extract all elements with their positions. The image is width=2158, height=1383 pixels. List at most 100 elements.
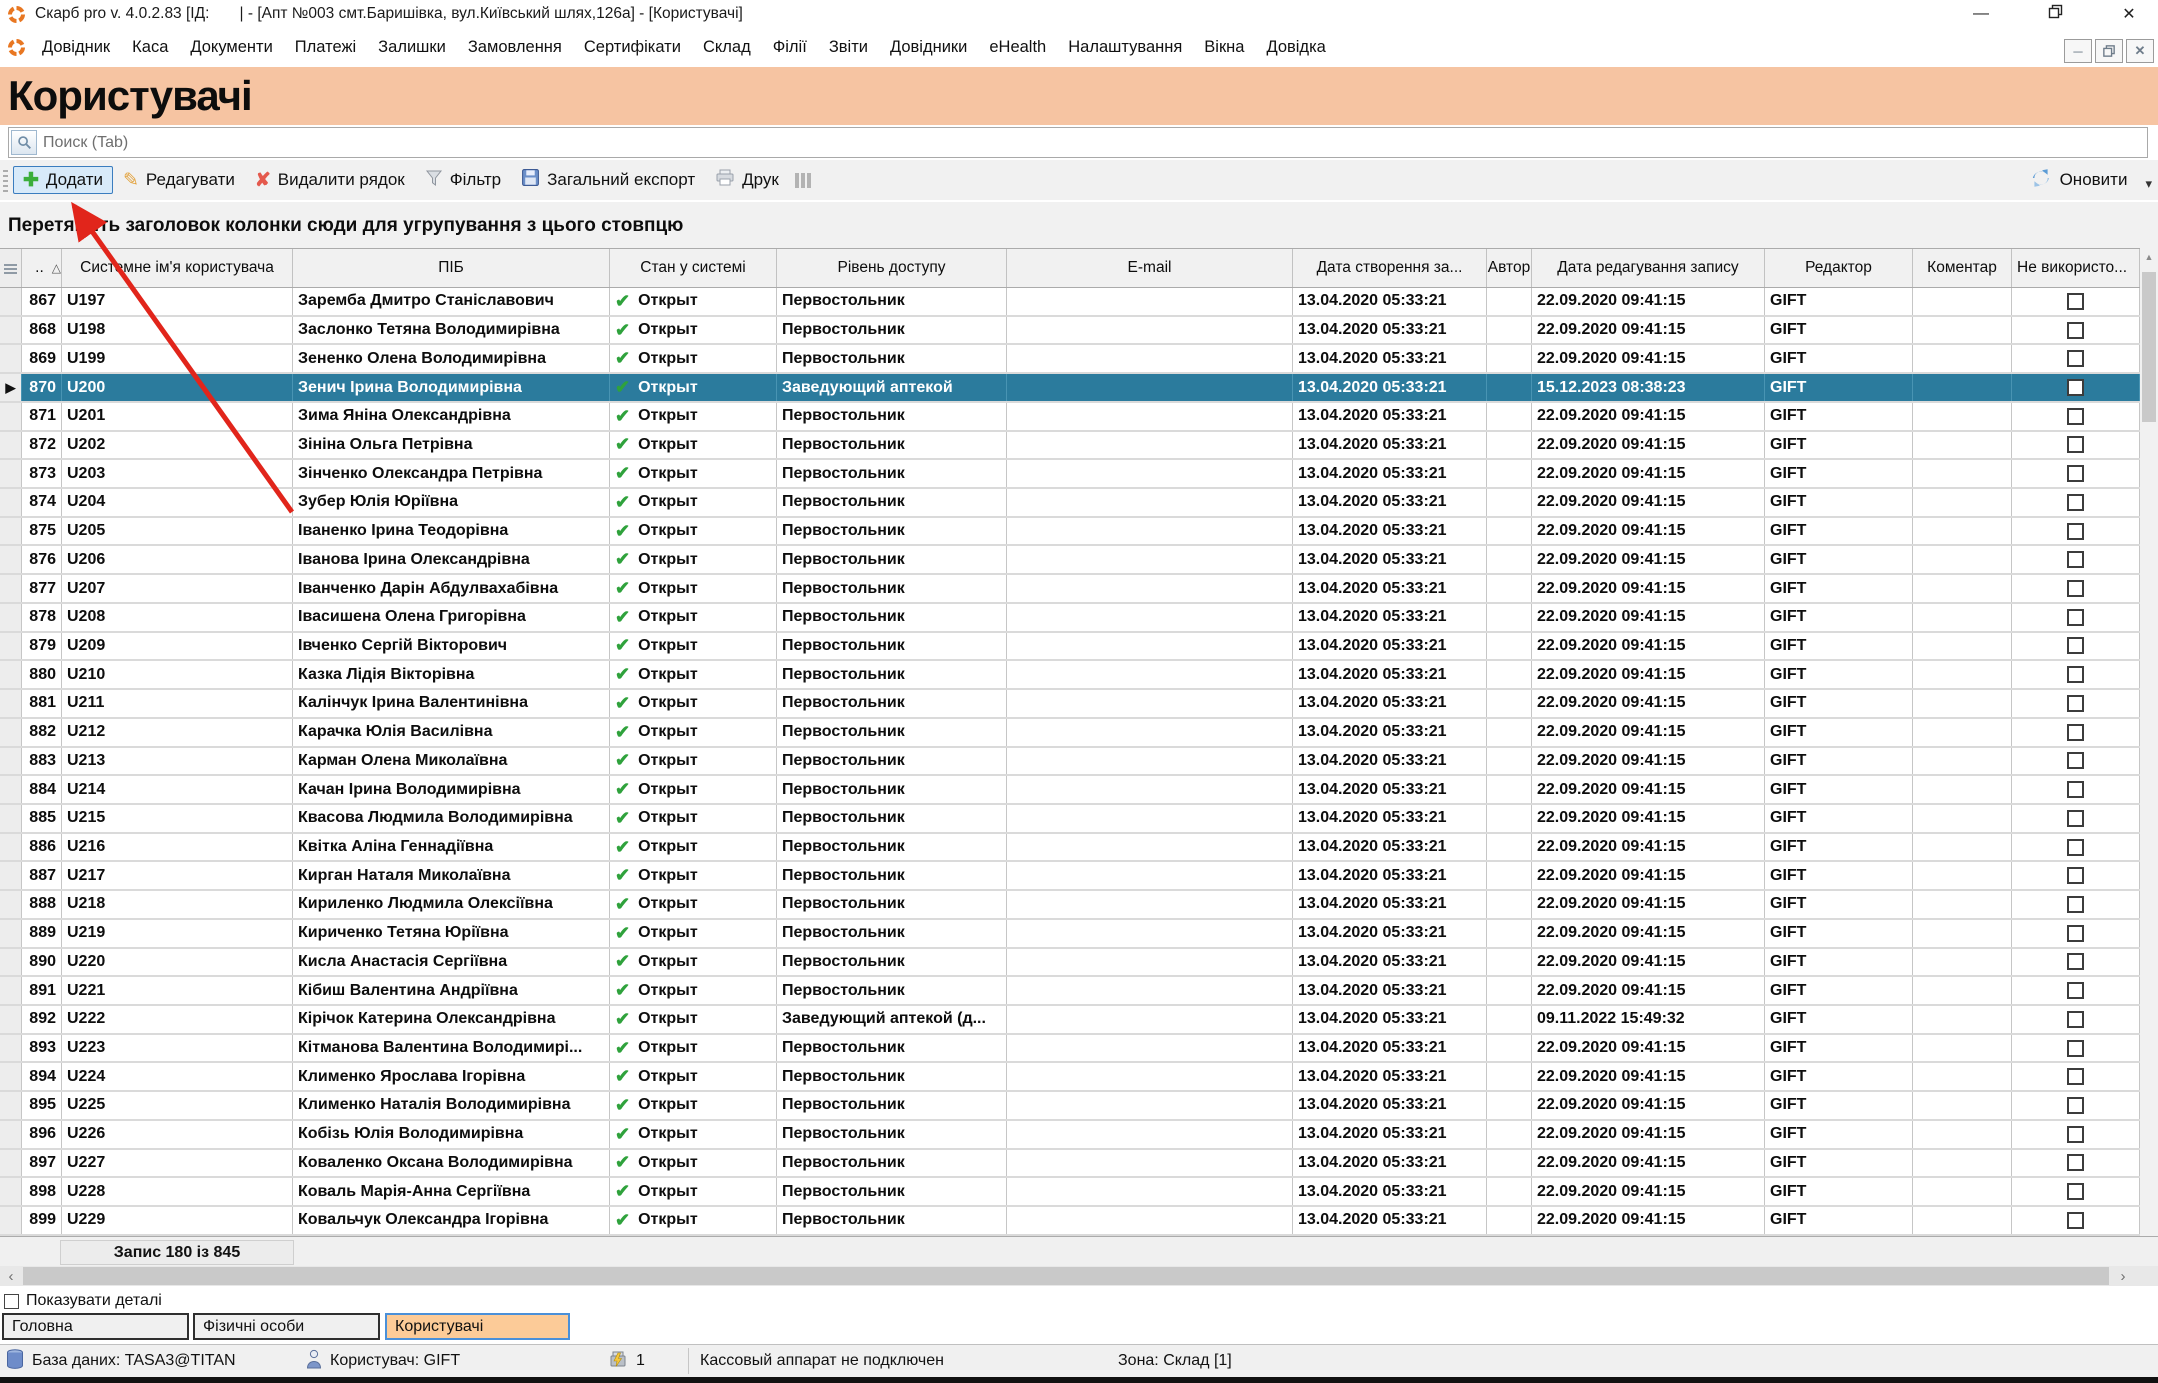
header-unused[interactable]: Не використо...	[2012, 249, 2140, 287]
row-gutter[interactable]: ▶	[0, 977, 22, 1004]
print-button[interactable]: Друк	[705, 165, 789, 196]
unused-checkbox[interactable]	[2067, 1068, 2084, 1085]
unused-checkbox[interactable]	[2067, 465, 2084, 482]
row-gutter[interactable]: ▶	[0, 1092, 22, 1119]
table-row[interactable]: ▶ 871 U201 Зима Яніна Олександрівна ✔Отк…	[0, 403, 2140, 432]
search-input[interactable]: Поиск (Tab)	[8, 127, 2148, 158]
unused-checkbox[interactable]	[2067, 953, 2084, 970]
edit-button[interactable]: ✎ Редагувати	[113, 166, 245, 194]
restore-button[interactable]	[2040, 4, 2070, 24]
table-row[interactable]: ▶ 868 U198 Заслонко Тетяна Володимирівна…	[0, 317, 2140, 346]
table-row[interactable]: ▶ 876 U206 Іванова Ірина Олександрівна ✔…	[0, 546, 2140, 575]
unused-checkbox[interactable]	[2067, 1212, 2084, 1229]
vertical-scrollbar[interactable]: ▲ ▼	[2140, 248, 2158, 1268]
header-edited-date[interactable]: Дата редагування запису	[1532, 249, 1765, 287]
table-row[interactable]: ▶ 878 U208 Івасишена Олена Григорівна ✔О…	[0, 604, 2140, 633]
row-gutter[interactable]: ▶	[0, 834, 22, 861]
row-gutter[interactable]: ▶	[0, 518, 22, 545]
mdi-minimize-button[interactable]: ─	[2064, 39, 2092, 63]
table-row[interactable]: ▶ 882 U212 Карачка Юлія Василівна ✔Откры…	[0, 719, 2140, 748]
header-author[interactable]: Автор	[1487, 249, 1532, 287]
table-row[interactable]: ▶ 870 U200 Зенич Ірина Володимирівна ✔От…	[0, 374, 2140, 403]
header-access-level[interactable]: Рівень доступу	[777, 249, 1007, 287]
table-row[interactable]: ▶ 890 U220 Кисла Анастасія Сергіївна ✔От…	[0, 949, 2140, 978]
unused-checkbox[interactable]	[2067, 1097, 2084, 1114]
table-row[interactable]: ▶ 893 U223 Кітманова Валентина Володимир…	[0, 1035, 2140, 1064]
menu-item[interactable]: Документи	[179, 38, 283, 57]
table-row[interactable]: ▶ 894 U224 Клименко Ярослава Ігорівна ✔О…	[0, 1063, 2140, 1092]
search-icon[interactable]	[11, 130, 37, 155]
tab-holovna[interactable]: Головна	[2, 1313, 189, 1340]
row-gutter[interactable]: ▶	[0, 1035, 22, 1062]
header-system-name[interactable]: Системне ім'я користувача	[62, 249, 293, 287]
delete-row-button[interactable]: ✘ Видалити рядок	[245, 166, 415, 194]
unused-checkbox[interactable]	[2067, 436, 2084, 453]
table-row[interactable]: ▶ 891 U221 Кібиш Валентина Андріївна ✔От…	[0, 977, 2140, 1006]
unused-checkbox[interactable]	[2067, 867, 2084, 884]
table-row[interactable]: ▶ 874 U204 Зубер Юлія Юріївна ✔Открыт Пе…	[0, 489, 2140, 518]
table-row[interactable]: ▶ 877 U207 Іванченко Дарін Абдулвахабівн…	[0, 575, 2140, 604]
add-button[interactable]: ✚ Додати	[13, 166, 113, 194]
tab-korystuvachi[interactable]: Користувачі	[385, 1313, 570, 1340]
close-button[interactable]: ✕	[2114, 4, 2144, 24]
menu-item[interactable]: Довідник	[31, 38, 121, 57]
table-row[interactable]: ▶ 895 U225 Клименко Наталія Володимирівн…	[0, 1092, 2140, 1121]
minimize-button[interactable]: —	[1966, 5, 1996, 23]
row-gutter[interactable]: ▶	[0, 403, 22, 430]
row-gutter[interactable]: ▶	[0, 1207, 22, 1234]
table-row[interactable]: ▶ 875 U205 Іваненко Ірина Теодорівна ✔От…	[0, 518, 2140, 547]
table-row[interactable]: ▶ 886 U216 Квітка Аліна Геннадіївна ✔Отк…	[0, 834, 2140, 863]
table-row[interactable]: ▶ 884 U214 Качан Ірина Володимирівна ✔От…	[0, 776, 2140, 805]
export-button[interactable]: Загальний експорт	[511, 164, 705, 196]
horizontal-scrollbar[interactable]: ‹ ›	[0, 1266, 2158, 1286]
unused-checkbox[interactable]	[2067, 724, 2084, 741]
row-gutter[interactable]: ▶	[0, 546, 22, 573]
refresh-button[interactable]: Оновити	[2060, 170, 2128, 190]
refresh-icon[interactable]	[2030, 167, 2052, 194]
header-comment[interactable]: Коментар	[1913, 249, 2012, 287]
header-state[interactable]: Стан у системі	[610, 249, 777, 287]
menu-item[interactable]: Довідники	[879, 38, 978, 57]
mdi-restore-button[interactable]	[2095, 39, 2123, 63]
unused-checkbox[interactable]	[2067, 810, 2084, 827]
unused-checkbox[interactable]	[2067, 494, 2084, 511]
menu-item[interactable]: Сертифікати	[573, 38, 692, 57]
unused-checkbox[interactable]	[2067, 379, 2084, 396]
scroll-up-icon[interactable]: ▲	[2140, 248, 2158, 266]
table-row[interactable]: ▶ 867 U197 Заремба Дмитро Станіславович …	[0, 288, 2140, 317]
table-row[interactable]: ▶ 881 U211 Калінчук Ірина Валентинівна ✔…	[0, 690, 2140, 719]
unused-checkbox[interactable]	[2067, 695, 2084, 712]
header-email[interactable]: E-mail	[1007, 249, 1293, 287]
menu-item[interactable]: Філії	[762, 38, 818, 57]
row-gutter[interactable]: ▶	[0, 748, 22, 775]
unused-checkbox[interactable]	[2067, 637, 2084, 654]
unused-checkbox[interactable]	[2067, 896, 2084, 913]
row-gutter[interactable]: ▶	[0, 317, 22, 344]
table-row[interactable]: ▶ 887 U217 Кирган Наталя Миколаївна ✔Отк…	[0, 862, 2140, 891]
unused-checkbox[interactable]	[2067, 609, 2084, 626]
show-details-checkbox[interactable]	[4, 1294, 19, 1309]
row-gutter[interactable]: ▶	[0, 432, 22, 459]
scroll-right-icon[interactable]: ›	[2112, 1266, 2134, 1286]
table-row[interactable]: ▶ 888 U218 Кириленко Людмила Олексіївна …	[0, 891, 2140, 920]
table-row[interactable]: ▶ 869 U199 Зененко Олена Володимирівна ✔…	[0, 345, 2140, 374]
row-gutter[interactable]: ▶	[0, 661, 22, 688]
row-gutter[interactable]: ▶	[0, 776, 22, 803]
row-gutter[interactable]: ▶	[0, 1063, 22, 1090]
unused-checkbox[interactable]	[2067, 781, 2084, 798]
unused-checkbox[interactable]	[2067, 293, 2084, 310]
header-created-date[interactable]: Дата створення за...	[1293, 249, 1487, 287]
unused-checkbox[interactable]	[2067, 408, 2084, 425]
row-gutter[interactable]: ▶	[0, 374, 22, 401]
row-gutter[interactable]: ▶	[0, 489, 22, 516]
table-row[interactable]: ▶ 892 U222 Кірічок Катерина Олександрівн…	[0, 1006, 2140, 1035]
table-row[interactable]: ▶ 899 U229 Ковальчук Олександра Ігорівна…	[0, 1207, 2140, 1236]
unused-checkbox[interactable]	[2067, 1154, 2084, 1171]
filter-button[interactable]: Фільтр	[415, 165, 511, 196]
row-gutter[interactable]: ▶	[0, 575, 22, 602]
mdi-close-button[interactable]: ✕	[2126, 39, 2154, 63]
menu-item[interactable]: Склад	[692, 38, 762, 57]
header-full-name[interactable]: ПІБ	[293, 249, 610, 287]
menu-item[interactable]: eHealth	[978, 38, 1057, 57]
menu-item[interactable]: Звіти	[818, 38, 879, 57]
